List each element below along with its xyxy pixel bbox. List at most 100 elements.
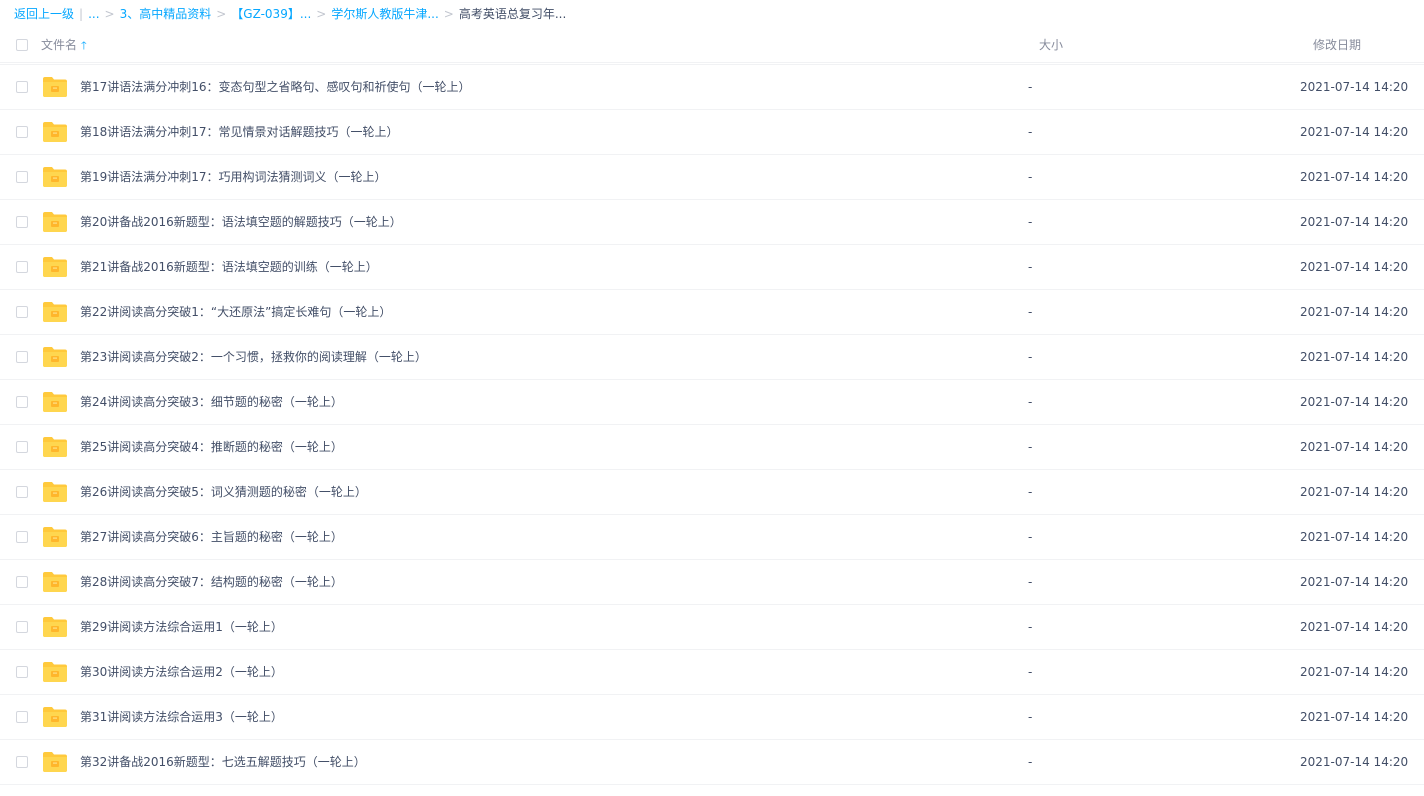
column-header-name[interactable]: 文件名 🡑 xyxy=(41,28,87,63)
row-checkbox[interactable] xyxy=(16,621,28,633)
file-size: - xyxy=(1028,485,1033,499)
breadcrumb-item-gz039[interactable]: 【GZ-039】... xyxy=(231,7,311,21)
folder-icon xyxy=(43,392,67,412)
sort-ascending-icon[interactable]: 🡑 xyxy=(81,39,87,52)
file-date: 2021-07-14 14:20 xyxy=(1300,485,1409,499)
row-checkbox[interactable] xyxy=(16,576,28,588)
file-date: 2021-07-14 14:20 xyxy=(1300,710,1409,724)
file-name[interactable]: 第22讲阅读高分突破1：“大还原法”搞定长难句（一轮上） xyxy=(80,290,391,334)
file-name[interactable]: 第31讲阅读方法综合运用3（一轮上） xyxy=(80,695,283,739)
chevron-right-icon: > xyxy=(443,7,454,21)
file-row[interactable]: 第29讲阅读方法综合运用1（一轮上） - 2021-07-14 14:20 xyxy=(0,605,1424,650)
file-row[interactable]: 第24讲阅读高分突破3：细节题的秘密（一轮上） - 2021-07-14 14:20 xyxy=(0,380,1424,425)
folder-icon xyxy=(43,347,67,367)
file-row[interactable]: 第21讲备战2016新题型：语法填空题的训练（一轮上） - 2021-07-14 1… xyxy=(0,245,1424,290)
folder-icon xyxy=(43,707,67,727)
file-name[interactable]: 第28讲阅读高分突破7：结构题的秘密（一轮上） xyxy=(80,560,343,604)
row-checkbox[interactable] xyxy=(16,486,28,498)
folder-icon xyxy=(43,617,67,637)
file-date: 2021-07-14 14:20 xyxy=(1300,215,1409,229)
row-checkbox[interactable] xyxy=(16,81,28,93)
folder-icon xyxy=(43,302,67,322)
file-date: 2021-07-14 14:20 xyxy=(1300,350,1409,364)
file-name[interactable]: 第20讲备战2016新题型：语法填空题的解题技巧（一轮上） xyxy=(80,200,402,244)
file-size: - xyxy=(1028,575,1033,589)
file-date: 2021-07-14 14:20 xyxy=(1300,63,1408,64)
file-name[interactable]: 第21讲备战2016新题型：语法填空题的训练（一轮上） xyxy=(80,245,378,289)
breadcrumb-divider: | xyxy=(79,7,84,21)
file-name[interactable]: 第32讲备战2016新题型：七选五解题技巧（一轮上） xyxy=(80,740,366,784)
file-name[interactable]: 第18讲语法满分冲刺17：常见情景对话解题技巧（一轮上） xyxy=(80,110,399,154)
file-name[interactable]: 第25讲阅读高分突破4：推断题的秘密（一轮上） xyxy=(80,425,343,469)
file-size: - xyxy=(1028,665,1033,679)
file-name[interactable]: 第16讲语法满分冲刺15：变态句型之疑问句和反义疑问句（一轮上） xyxy=(80,63,447,64)
file-name[interactable]: 第27讲阅读高分突破6：主旨题的秘密（一轮上） xyxy=(80,515,343,559)
row-checkbox[interactable] xyxy=(16,396,28,408)
file-row[interactable]: 第31讲阅读方法综合运用3（一轮上） - 2021-07-14 14:20 xyxy=(0,695,1424,740)
file-date: 2021-07-14 14:20 xyxy=(1300,80,1409,94)
list-header: 文件名 🡑 大小 修改日期 xyxy=(0,28,1424,63)
folder-icon xyxy=(43,527,67,547)
folder-icon xyxy=(43,437,67,457)
back-link[interactable]: 返回上一级 xyxy=(14,7,74,21)
folder-icon xyxy=(43,167,67,187)
file-date: 2021-07-14 14:20 xyxy=(1300,755,1409,769)
row-checkbox[interactable] xyxy=(16,441,28,453)
file-date: 2021-07-14 14:20 xyxy=(1300,440,1409,454)
file-row[interactable]: 第25讲阅读高分突破4：推断题的秘密（一轮上） - 2021-07-14 14:20 xyxy=(0,425,1424,470)
file-name[interactable]: 第17讲语法满分冲刺16：变态句型之省略句、感叹句和祈使句（一轮上） xyxy=(80,65,471,109)
folder-icon xyxy=(43,482,67,502)
select-all-checkbox[interactable] xyxy=(16,39,28,51)
row-checkbox[interactable] xyxy=(16,756,28,768)
breadcrumb-ellipsis[interactable]: ... xyxy=(88,7,99,21)
file-date: 2021-07-14 14:20 xyxy=(1300,530,1409,544)
file-row[interactable]: 第22讲阅读高分突破1：“大还原法”搞定长难句（一轮上） - 2021-07-14 … xyxy=(0,290,1424,335)
file-name[interactable]: 第24讲阅读高分突破3：细节题的秘密（一轮上） xyxy=(80,380,343,424)
file-row[interactable]: 第28讲阅读高分突破7：结构题的秘密（一轮上） - 2021-07-14 14:20 xyxy=(0,560,1424,605)
file-name[interactable]: 第23讲阅读高分突破2：一个习惯，拯救你的阅读理解（一轮上） xyxy=(80,335,427,379)
file-name[interactable]: 第19讲语法满分冲刺17：巧用构词法猜测词义（一轮上） xyxy=(80,155,387,199)
file-list-content: 第16讲语法满分冲刺15：变态句型之疑问句和反义疑问句（一轮上） - 2021-07… xyxy=(0,63,1424,785)
row-checkbox[interactable] xyxy=(16,666,28,678)
row-checkbox[interactable] xyxy=(16,216,28,228)
file-name[interactable]: 第30讲阅读方法综合运用2（一轮上） xyxy=(80,650,283,694)
file-size: - xyxy=(1028,305,1033,319)
file-size: - xyxy=(1028,710,1033,724)
chevron-right-icon: > xyxy=(316,7,327,21)
file-size: - xyxy=(1028,170,1033,184)
file-row[interactable]: 第27讲阅读高分突破6：主旨题的秘密（一轮上） - 2021-07-14 14:20 xyxy=(0,515,1424,560)
file-row[interactable]: 第20讲备战2016新题型：语法填空题的解题技巧（一轮上） - 2021-07-14… xyxy=(0,200,1424,245)
folder-icon xyxy=(43,122,67,142)
file-date: 2021-07-14 14:20 xyxy=(1300,665,1409,679)
chevron-right-icon: > xyxy=(216,7,227,21)
row-checkbox[interactable] xyxy=(16,306,28,318)
file-row[interactable]: 第19讲语法满分冲刺17：巧用构词法猜测词义（一轮上） - 2021-07-14 1… xyxy=(0,155,1424,200)
file-size: - xyxy=(1028,530,1033,544)
file-row[interactable]: 第17讲语法满分冲刺16：变态句型之省略句、感叹句和祈使句（一轮上） - 2021-… xyxy=(0,65,1424,110)
file-row[interactable]: 第32讲备战2016新题型：七选五解题技巧（一轮上） - 2021-07-14 14… xyxy=(0,740,1424,785)
file-date: 2021-07-14 14:20 xyxy=(1300,620,1409,634)
file-list[interactable]: 第16讲语法满分冲刺15：变态句型之疑问句和反义疑问句（一轮上） - 2021-07… xyxy=(0,63,1424,796)
column-header-date[interactable]: 修改日期 xyxy=(1313,28,1361,62)
folder-icon xyxy=(43,257,67,277)
column-header-size[interactable]: 大小 xyxy=(1039,28,1063,62)
folder-icon xyxy=(43,212,67,232)
row-checkbox[interactable] xyxy=(16,171,28,183)
breadcrumb-item-hs-materials[interactable]: 3、高中精品资料 xyxy=(120,7,212,21)
row-checkbox[interactable] xyxy=(16,261,28,273)
file-name[interactable]: 第26讲阅读高分突破5：词义猜测题的秘密（一轮上） xyxy=(80,470,367,514)
file-date: 2021-07-14 14:20 xyxy=(1300,170,1409,184)
file-row[interactable]: 第30讲阅读方法综合运用2（一轮上） - 2021-07-14 14:20 xyxy=(0,650,1424,695)
file-row[interactable]: 第23讲阅读高分突破2：一个习惯，拯救你的阅读理解（一轮上） - 2021-07-1… xyxy=(0,335,1424,380)
row-checkbox[interactable] xyxy=(16,711,28,723)
row-checkbox[interactable] xyxy=(16,531,28,543)
file-name[interactable]: 第29讲阅读方法综合运用1（一轮上） xyxy=(80,605,283,649)
file-row[interactable]: 第18讲语法满分冲刺17：常见情景对话解题技巧（一轮上） - 2021-07-14 … xyxy=(0,110,1424,155)
row-checkbox[interactable] xyxy=(16,126,28,138)
file-row[interactable]: 第26讲阅读高分突破5：词义猜测题的秘密（一轮上） - 2021-07-14 14:… xyxy=(0,470,1424,515)
file-date: 2021-07-14 14:20 xyxy=(1300,305,1409,319)
file-date: 2021-07-14 14:20 xyxy=(1300,575,1409,589)
file-size: - xyxy=(1028,620,1033,634)
breadcrumb-item-oxford[interactable]: 学尔斯人教版牛津... xyxy=(331,7,438,21)
row-checkbox[interactable] xyxy=(16,351,28,363)
